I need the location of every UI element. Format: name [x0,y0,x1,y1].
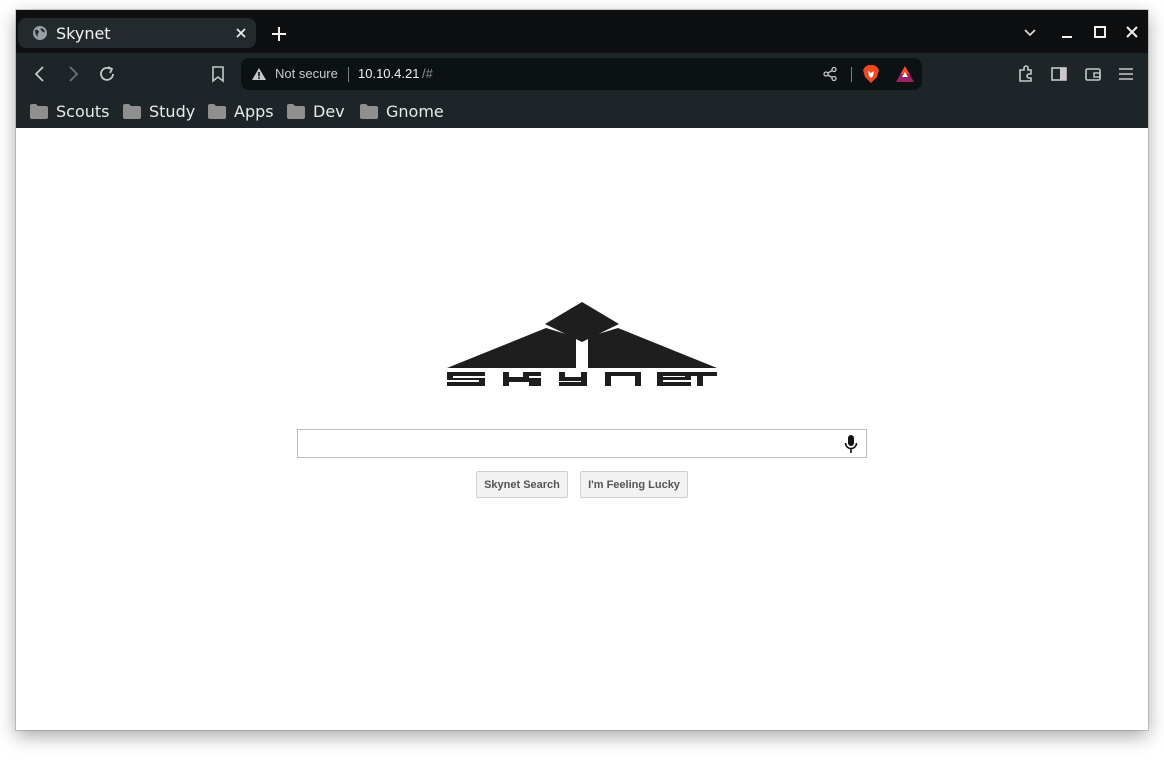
forward-icon[interactable] [63,64,83,84]
address-bar[interactable]: Not secure 10.10.4.21 /# [241,58,922,90]
search-box[interactable] [297,429,867,458]
sidebar-icon[interactable] [1049,64,1069,84]
browser-window: Skynet Not secure 10.10.4.21 /# Scouts S… [16,10,1148,730]
bookmark-label: Scouts [56,101,110,121]
close-icon[interactable] [234,26,248,40]
bookmark-folder-dev[interactable]: Dev [287,100,345,122]
minimize-icon[interactable] [1059,24,1075,40]
url-path[interactable]: /# [422,66,433,81]
extensions-icon[interactable] [1016,64,1036,84]
tab-title: Skynet [56,24,111,43]
bookmark-label: Dev [313,101,345,121]
url-host[interactable]: 10.10.4.21 [358,66,419,81]
rewards-icon[interactable] [895,65,915,83]
bookmark-folder-apps[interactable]: Apps [208,100,274,122]
warning-icon[interactable] [251,66,267,82]
divider [851,67,852,82]
globe-icon [33,26,47,40]
menu-icon[interactable] [1116,64,1136,84]
brave-shields-icon[interactable] [862,64,880,84]
microphone-icon[interactable] [844,435,858,454]
wallet-icon[interactable] [1083,64,1103,84]
tab-strip: Skynet [16,10,1148,53]
feeling-lucky-button[interactable]: I'm Feeling Lucky [580,471,688,498]
toolbar: Not secure 10.10.4.21 /# [16,53,1148,95]
search-input[interactable] [298,430,840,457]
bookmark-folder-study[interactable]: Study [123,100,195,122]
new-tab-icon[interactable] [270,25,288,43]
bookmark-label: Study [149,101,196,121]
folder-icon [360,103,378,119]
folder-icon [123,103,141,119]
bookmark-label: Gnome [386,101,444,121]
window-close-icon[interactable] [1124,24,1140,40]
tab-skynet[interactable]: Skynet [18,18,256,48]
security-status[interactable]: Not secure [275,66,338,81]
back-icon[interactable] [30,64,50,84]
divider [348,67,349,82]
reload-icon[interactable] [97,64,117,84]
folder-icon [287,103,305,119]
folder-icon [208,103,226,119]
bookmarks-bar: Scouts Study Apps Dev Gnome [16,95,1148,128]
bookmark-icon[interactable] [208,64,228,84]
bookmark-label: Apps [234,101,274,121]
page-content: Skynet Search I'm Feeling Lucky [16,128,1148,730]
bookmark-folder-scouts[interactable]: Scouts [30,100,110,122]
search-button[interactable]: Skynet Search [476,471,568,498]
share-icon[interactable] [822,66,838,82]
bookmark-folder-gnome[interactable]: Gnome [360,100,444,122]
chevron-down-icon[interactable] [1022,24,1038,40]
skynet-logo [447,302,717,386]
folder-icon [30,103,48,119]
maximize-icon[interactable] [1092,24,1108,40]
